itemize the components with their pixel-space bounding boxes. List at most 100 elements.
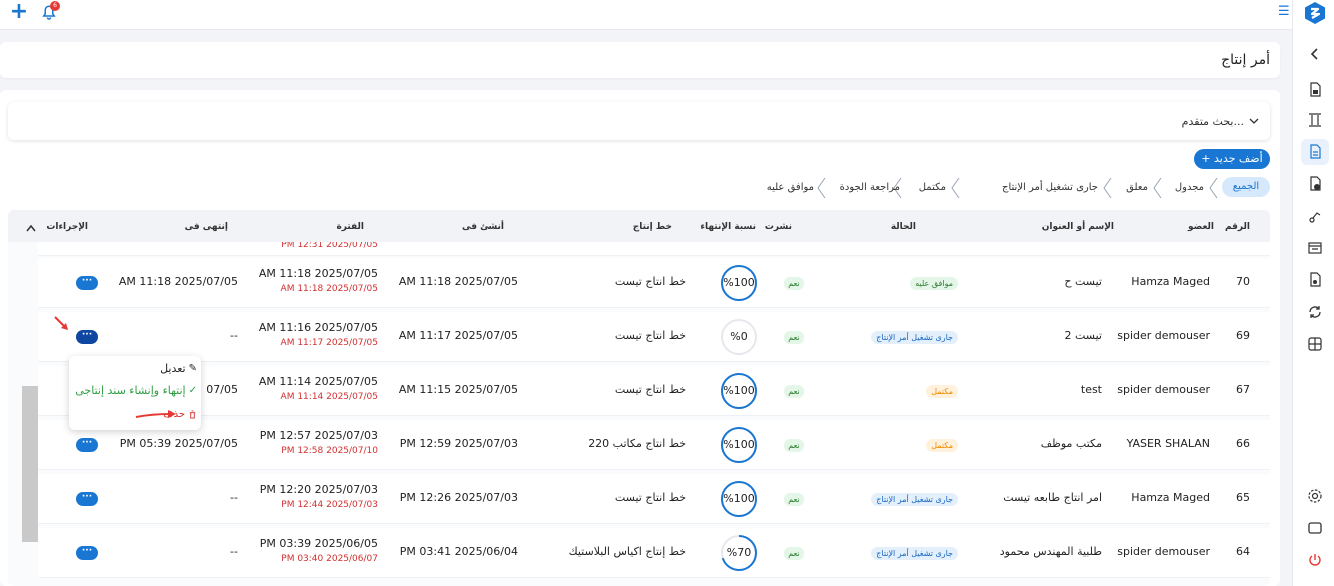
add-new-button[interactable]: + أضف جديد (1194, 149, 1270, 169)
filter-approved[interactable]: موافق عليه (767, 177, 814, 199)
sidebar-item-register[interactable] (1301, 235, 1329, 261)
screen-icon (1308, 522, 1322, 534)
cell-created: AM 11:18 2025/07/05 (398, 275, 518, 288)
cell-member: Hamza Maged (1131, 275, 1210, 288)
sidebar-item-grid[interactable] (1301, 331, 1329, 357)
cell-name[interactable]: مكتب موظف (1041, 437, 1102, 450)
table-scrollbar[interactable] (22, 386, 38, 542)
sidebar-item-settings[interactable] (1301, 483, 1329, 509)
cell-created: PM 12:59 2025/07/03 (399, 437, 518, 450)
menu-item-edit[interactable]: تعديل ✎ (160, 362, 197, 375)
completion-percent: %100 (723, 276, 755, 289)
sidebar-item-production-order[interactable] (1301, 139, 1329, 165)
period-start: AM 11:18 2025/07/05 (258, 267, 378, 280)
doc-lock-icon (1310, 82, 1321, 97)
breadcrumb-separator-icon (951, 177, 960, 199)
cell-number: 67 (1236, 383, 1250, 396)
cell-created: PM 12:26 2025/07/03 (399, 491, 518, 504)
header-actions[interactable]: الإجراءات (46, 222, 88, 232)
filter-all[interactable]: الجميع (1222, 177, 1270, 197)
breadcrumb-separator-icon (1209, 177, 1218, 199)
table-row: 65 Hamza Maged امر انتاج طابعه تيست جارى تش… (38, 474, 1270, 524)
row-actions-button[interactable]: ··· (76, 330, 98, 344)
grid-icon (1308, 337, 1322, 351)
header-name[interactable]: الإسم أو العنوان (1042, 222, 1114, 232)
plus-icon[interactable]: + (9, 1, 29, 23)
main-card: بحث متقدم... + أضف جديد الجميع مجدول معل… (0, 90, 1280, 586)
header-member[interactable]: العضو (1188, 222, 1214, 232)
published-badge: نعم (784, 277, 804, 290)
sidebar-item-doc-check[interactable] (1301, 171, 1329, 197)
period-end: PM 12:31 2025/07/05 (281, 242, 378, 250)
period-end: PM 03:40 2025/06/07 (281, 554, 378, 564)
row-actions-button[interactable]: ··· (76, 276, 98, 290)
sidebar-item-lock-doc[interactable] (1301, 77, 1329, 103)
robot-arm-icon (1309, 212, 1321, 223)
header-created[interactable]: أنشئ فى (462, 222, 504, 232)
period-end: AM 11:14 2025/07/05 (280, 392, 378, 402)
chevron-up-icon[interactable] (26, 224, 36, 232)
sidebar-item-sync[interactable] (1301, 299, 1329, 325)
collapse-chevron-icon[interactable] (1307, 46, 1323, 62)
breadcrumb-separator-icon (1103, 177, 1112, 199)
header-number[interactable]: الرقم (1225, 222, 1250, 232)
completion-percent: %100 (723, 384, 755, 397)
filter-quality-review[interactable]: مراجعة الجودة (840, 177, 900, 199)
sidebar-item-robot[interactable] (1301, 203, 1329, 229)
period-start: PM 12:57 2025/07/03 (259, 429, 378, 442)
row-actions-button[interactable]: ··· (76, 438, 98, 452)
menu-item-finish-label: إنتهاء وإنشاء سند إنتاجى (75, 384, 186, 397)
row-actions-button[interactable]: ··· (76, 492, 98, 506)
columns-icon (1309, 113, 1321, 127)
header-status[interactable]: الحالة (891, 222, 916, 232)
header-ended[interactable]: إنتهى فى (185, 222, 228, 232)
cell-number: 66 (1236, 437, 1250, 450)
cell-created: PM 03:41 2025/06/04 (399, 545, 518, 558)
cell-member: spider demouser (1117, 383, 1210, 396)
annotation-arrow-icon (54, 316, 68, 330)
filter-running[interactable]: جارى تشغيل أمر الإنتاج (1002, 177, 1098, 199)
period-end: PM 12:58 2025/07/10 (281, 446, 378, 456)
menu-item-edit-label: تعديل (160, 362, 186, 375)
filter-completed[interactable]: مكتمل (919, 177, 946, 199)
header-completion[interactable]: نسبة الإنتهاء (700, 222, 756, 232)
cell-line: خط انتاج تيست (614, 491, 686, 504)
notification-count-badge: 6 (50, 1, 60, 11)
period-end: AM 11:18 2025/07/05 (280, 284, 378, 294)
cell-member: Hamza Maged (1131, 491, 1210, 504)
advanced-search-label: بحث متقدم... (1181, 115, 1244, 128)
cell-name[interactable]: test (1081, 383, 1102, 396)
advanced-search-toggle[interactable]: بحث متقدم... (8, 102, 1270, 140)
annotation-arrow-icon (135, 410, 176, 418)
sidebar-item-logout[interactable] (1301, 547, 1329, 573)
header-published[interactable]: نشرت (765, 222, 792, 232)
app-logo-icon[interactable] (1303, 1, 1327, 25)
row-actions-button[interactable]: ··· (76, 546, 98, 560)
filter-scheduled[interactable]: مجدول (1175, 177, 1204, 199)
sidebar-item-doc-settings[interactable] (1301, 267, 1329, 293)
filter-pending[interactable]: معلق (1126, 177, 1148, 199)
status-filter-bar: الجميع مجدول معلق جارى تشغيل أمر الإنتاج… (758, 177, 1270, 199)
completion-percent: %0 (730, 330, 748, 343)
cell-name[interactable]: طلبية المهندس محمود (1000, 545, 1102, 558)
hamburger-icon[interactable]: ☰ (1278, 5, 1290, 18)
status-badge: جارى تشغيل أمر الإنتاج (871, 547, 958, 560)
cell-number: 65 (1236, 491, 1250, 504)
sidebar-item-columns[interactable] (1301, 107, 1329, 133)
right-sidebar (1292, 0, 1334, 586)
breadcrumb-separator-icon (817, 177, 826, 199)
header-period[interactable]: الفترة (336, 222, 364, 232)
period-end: AM 11:17 2025/07/05 (280, 338, 378, 348)
cell-name[interactable]: تيست 2 (1065, 329, 1103, 342)
period-start: PM 03:39 2025/06/05 (259, 537, 378, 550)
cell-created: AM 11:15 2025/07/05 (398, 383, 518, 396)
cell-line: خط انتاج تيست (614, 329, 686, 342)
cell-name[interactable]: تيست ح (1064, 275, 1102, 288)
sidebar-item-screen[interactable] (1301, 515, 1329, 541)
table-row: 69 spider demouser تيست 2 جارى تشغيل أمر ال… (38, 312, 1270, 362)
cell-name[interactable]: امر انتاج طابعه تيست (1003, 491, 1102, 504)
header-line[interactable]: خط إنتاج (633, 222, 672, 232)
period-start: PM 12:20 2025/07/03 (259, 483, 378, 496)
menu-item-finish[interactable]: إنتهاء وإنشاء سند إنتاجى ✓ (75, 384, 197, 397)
cell-number: 69 (1236, 329, 1250, 342)
